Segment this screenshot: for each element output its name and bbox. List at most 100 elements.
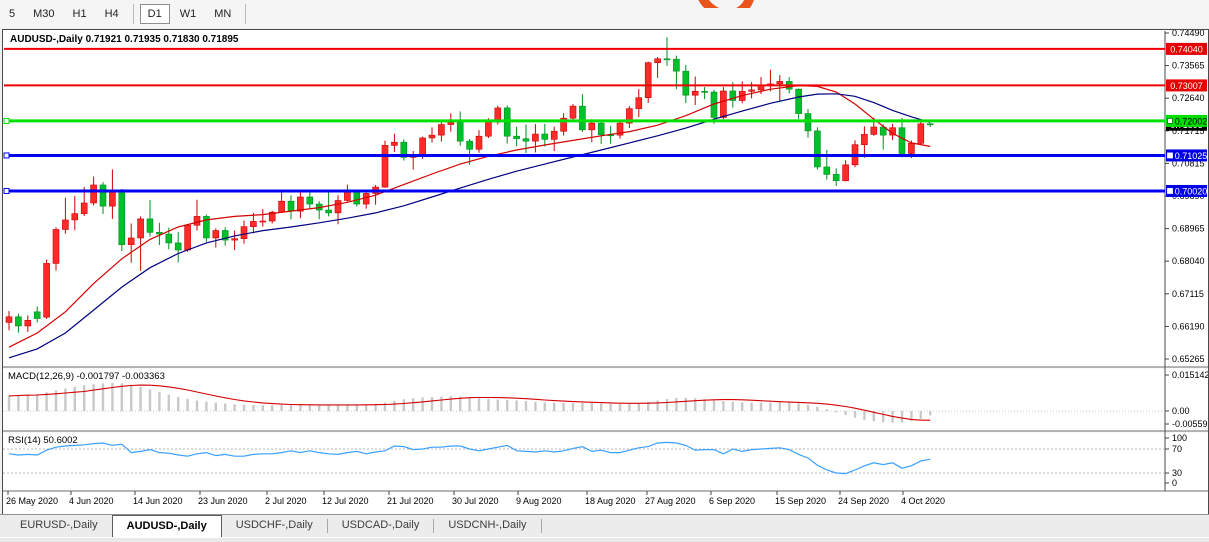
chart-tab-usdcnh-daily[interactable]: USDCNH-,Daily bbox=[434, 515, 540, 537]
chart-tab-usdchf-daily[interactable]: USDCHF-,Daily bbox=[222, 515, 327, 537]
macd-bar bbox=[656, 400, 658, 411]
candle bbox=[335, 201, 341, 213]
price-badge-0.72002[interactable]: 0.72002 bbox=[1166, 115, 1207, 127]
candle bbox=[918, 124, 924, 143]
macd-bar bbox=[36, 394, 38, 411]
macd-bar bbox=[600, 403, 602, 411]
time-tick-label: 2 Jul 2020 bbox=[265, 496, 307, 506]
macd-bar bbox=[83, 385, 85, 411]
candle bbox=[645, 63, 651, 98]
time-tick-label: 4 Oct 2020 bbox=[901, 496, 945, 506]
macd-bar bbox=[309, 405, 311, 411]
chart-tab-audusd-daily[interactable]: AUDUSD-,Daily bbox=[112, 515, 222, 537]
line-handle[interactable] bbox=[4, 153, 9, 158]
price-axis[interactable]: 0.744900.735650.726400.717150.708150.698… bbox=[1165, 29, 1209, 488]
timeframe-button-w1[interactable]: W1 bbox=[172, 4, 205, 24]
candle bbox=[467, 141, 473, 149]
timeframe-button-5[interactable]: 5 bbox=[1, 4, 23, 24]
candle bbox=[655, 59, 661, 63]
macd-pane bbox=[3, 383, 1165, 423]
line-handle[interactable] bbox=[4, 188, 9, 193]
rsi-line bbox=[9, 442, 930, 473]
time-tick-label: 15 Sep 2020 bbox=[775, 496, 826, 506]
macd-bar bbox=[844, 411, 846, 415]
timeframe-button-h1[interactable]: H1 bbox=[65, 4, 95, 24]
macd-bar bbox=[553, 403, 555, 411]
time-tick-label: 18 Aug 2020 bbox=[585, 496, 636, 506]
candle bbox=[598, 123, 604, 135]
time-tick-label: 30 Jul 2020 bbox=[452, 496, 499, 506]
timeframe-button-d1[interactable]: D1 bbox=[140, 4, 170, 24]
macd-bar bbox=[826, 409, 828, 411]
macd-bar bbox=[863, 411, 865, 420]
candle bbox=[166, 234, 172, 243]
time-tick-label: 12 Jul 2020 bbox=[322, 496, 369, 506]
macd-bar bbox=[760, 403, 762, 411]
badge-text: 0.71025 bbox=[1175, 151, 1208, 161]
price-badge-0.70020[interactable]: 0.70020 bbox=[1166, 185, 1207, 197]
macd-bar bbox=[177, 397, 179, 411]
candle bbox=[420, 138, 426, 155]
candle bbox=[579, 106, 585, 130]
tab-separator bbox=[541, 519, 542, 533]
macd-bar bbox=[196, 400, 198, 411]
macd-bar bbox=[421, 398, 423, 411]
macd-bar bbox=[487, 399, 489, 411]
toolbar-separator bbox=[245, 4, 246, 24]
macd-bar bbox=[525, 401, 527, 411]
macd-bar bbox=[243, 405, 245, 411]
time-axis[interactable]: 26 May 20204 Jun 202014 Jun 202023 Jun 2… bbox=[6, 491, 945, 506]
chart-tab-usdcad-daily[interactable]: USDCAD-,Daily bbox=[328, 515, 434, 537]
price-badge-0.74040[interactable]: 0.74040 bbox=[1166, 43, 1207, 55]
price-tick-label: 0.72640 bbox=[1172, 93, 1205, 103]
macd-bar bbox=[685, 398, 687, 411]
macd-bar bbox=[233, 404, 235, 411]
macd-bar bbox=[572, 403, 574, 411]
timeframe-button-m30[interactable]: M30 bbox=[25, 4, 62, 24]
candle bbox=[44, 263, 50, 317]
broker-logo bbox=[690, 0, 875, 8]
timeframe-button-h4[interactable]: H4 bbox=[97, 4, 127, 24]
candle bbox=[354, 192, 360, 204]
candle bbox=[53, 229, 59, 263]
candle bbox=[523, 139, 529, 141]
macd-bar bbox=[271, 405, 273, 411]
candle bbox=[636, 98, 642, 109]
candle bbox=[824, 167, 830, 174]
macd-bar bbox=[224, 404, 226, 411]
macd-bar bbox=[788, 403, 790, 411]
candle bbox=[673, 59, 679, 71]
chart-tab-eurusd-daily[interactable]: EURUSD-,Daily bbox=[6, 515, 112, 537]
candle bbox=[185, 225, 191, 250]
macd-bar bbox=[854, 411, 856, 418]
candle bbox=[81, 203, 87, 214]
price-badge-0.73007[interactable]: 0.73007 bbox=[1166, 79, 1207, 91]
macd-bar bbox=[929, 411, 931, 415]
macd-bar bbox=[412, 398, 414, 411]
macd-bar bbox=[515, 400, 517, 411]
macd-bar bbox=[675, 398, 677, 411]
candle bbox=[25, 320, 31, 326]
candle bbox=[391, 142, 397, 145]
price-tick-label: 0.74490 bbox=[1172, 29, 1205, 38]
level-lines bbox=[4, 49, 1165, 194]
price-badge-0.71025[interactable]: 0.71025 bbox=[1166, 149, 1207, 161]
candle bbox=[532, 134, 538, 141]
timeframe-button-mn[interactable]: MN bbox=[206, 4, 239, 24]
macd-bar bbox=[722, 401, 724, 411]
status-bar bbox=[0, 537, 1209, 542]
candle bbox=[119, 192, 125, 245]
line-handle[interactable] bbox=[4, 118, 9, 123]
badge-text: 0.72002 bbox=[1175, 116, 1208, 126]
candle bbox=[843, 165, 849, 181]
candle bbox=[871, 127, 877, 134]
macd-bar bbox=[440, 397, 442, 411]
badge-handle bbox=[1168, 118, 1173, 123]
macd-bar bbox=[139, 387, 141, 411]
chart-canvas[interactable]: 0.744900.735650.726400.717150.708150.698… bbox=[2, 29, 1209, 515]
macd-bar bbox=[149, 389, 151, 411]
candle bbox=[476, 136, 482, 149]
macd-bar bbox=[337, 405, 339, 411]
candle bbox=[720, 91, 726, 118]
macd-bar bbox=[262, 405, 264, 411]
